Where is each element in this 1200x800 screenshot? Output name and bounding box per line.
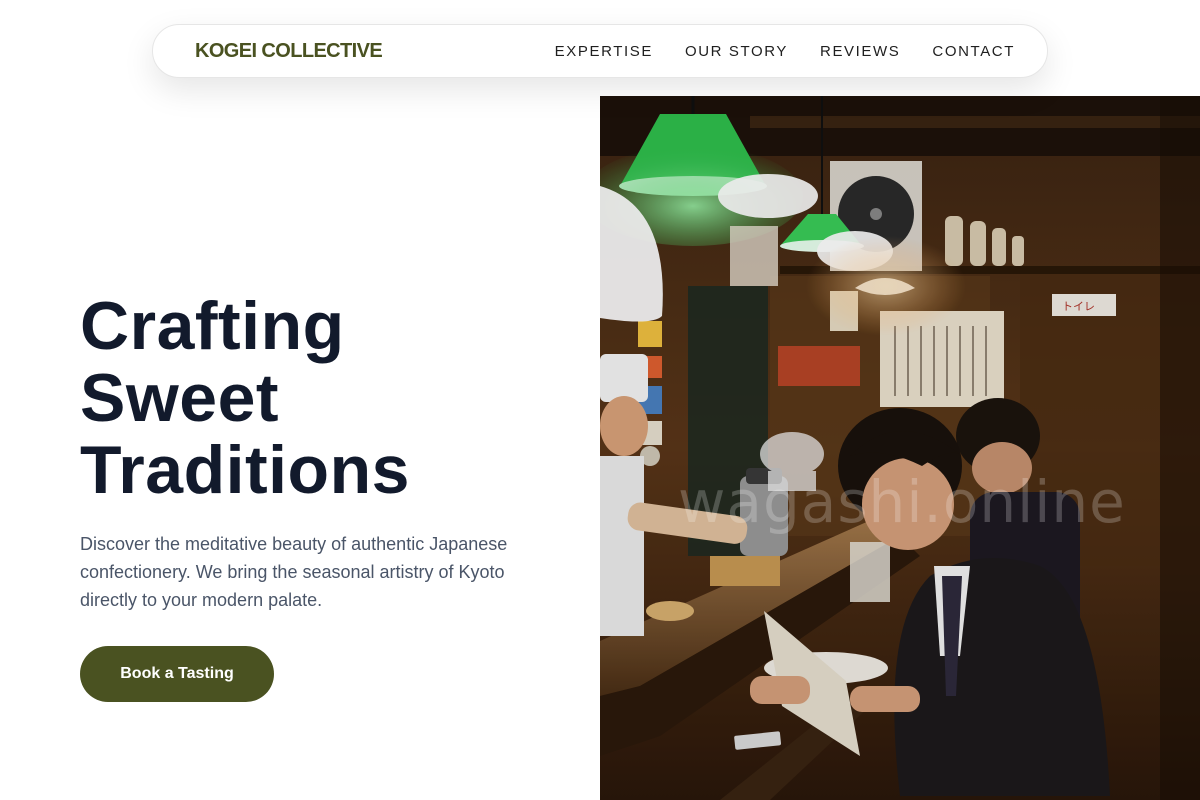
brand-logo[interactable]: KOGEI COLLECTIVE [195,40,383,63]
hero-title-line-2: Sweet [80,360,280,436]
image-watermark: wagashi.online [678,468,1126,536]
hero-title-line-1: Crafting [80,288,345,364]
hero-title-line-3: Traditions [80,432,410,508]
nav-link-our-story[interactable]: OUR STORY [685,43,788,60]
nav-links: EXPERTISE OUR STORY REVIEWS CONTACT [555,43,1015,60]
top-navbar: KOGEI COLLECTIVE EXPERTISE OUR STORY REV… [152,24,1048,78]
book-tasting-button[interactable]: Book a Tasting [80,646,274,702]
hero-image-restaurant-counter: トイレ wagashi.online [600,96,1200,800]
hero-description: Discover the meditative beauty of authen… [80,534,508,610]
hero-title: Crafting Sweet Traditions [80,290,560,506]
nav-link-reviews[interactable]: REVIEWS [820,43,900,60]
restaurant-scene-illustration: トイレ [600,96,1200,800]
nav-link-expertise[interactable]: EXPERTISE [555,43,653,60]
nav-link-contact[interactable]: CONTACT [932,43,1015,60]
